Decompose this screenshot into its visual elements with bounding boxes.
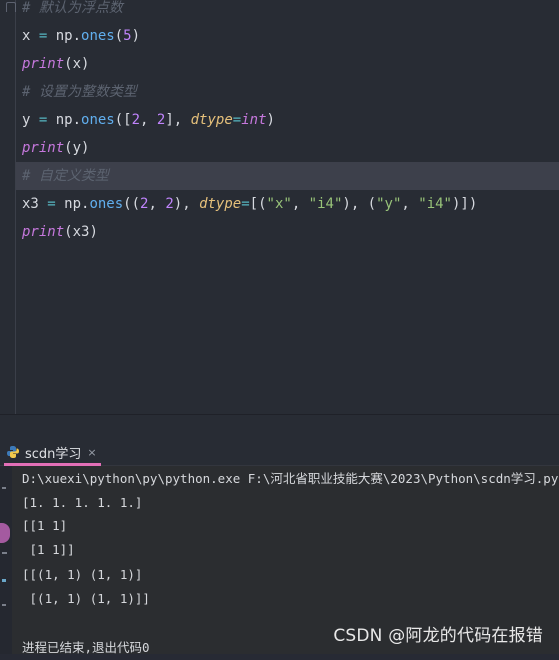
code-token: ), bbox=[173, 196, 200, 212]
fold-icon[interactable] bbox=[6, 2, 16, 12]
code-token: ones bbox=[89, 196, 124, 212]
code-token: )]) bbox=[451, 196, 478, 212]
code-token: "i4" bbox=[308, 196, 343, 212]
comment-token: # 设置为整数类型 bbox=[22, 84, 137, 100]
run-tab-label: scdn学习 bbox=[25, 446, 82, 462]
code-token: 2 bbox=[131, 112, 141, 128]
run-tab-scdn[interactable]: scdn学习 × bbox=[0, 439, 102, 466]
code-token: 2 bbox=[165, 196, 174, 212]
console-line: [1. 1. 1. 1. 1.] bbox=[22, 495, 143, 510]
code-token: ([ bbox=[114, 112, 132, 128]
python-file-icon bbox=[7, 446, 19, 458]
code-line[interactable]: print(y) bbox=[22, 134, 89, 162]
code-token: ( bbox=[114, 28, 124, 44]
code-comment-line[interactable]: # 默认为浮点数 bbox=[22, 0, 123, 22]
code-token: (( bbox=[123, 196, 141, 212]
code-token: (y) bbox=[64, 140, 90, 156]
code-line[interactable]: print(x) bbox=[22, 50, 89, 78]
code-line[interactable]: x = np.ones(5) bbox=[22, 22, 140, 50]
stop-icon[interactable] bbox=[0, 523, 10, 543]
code-token: ones bbox=[81, 28, 115, 44]
code-token: np. bbox=[47, 112, 82, 128]
run-toolbar bbox=[0, 466, 12, 654]
console-line: [(1, 1) (1, 1)]] bbox=[22, 591, 150, 606]
code-token: int bbox=[241, 112, 267, 128]
code-token: = bbox=[47, 196, 56, 212]
code-token: (x3) bbox=[64, 224, 98, 240]
code-token: 5 bbox=[123, 28, 132, 44]
watermark: CSDN @阿龙的代码在报错 bbox=[333, 626, 543, 646]
panel-splitter[interactable] bbox=[0, 415, 559, 439]
code-token: x bbox=[22, 28, 39, 44]
console-line: [1 1]] bbox=[22, 542, 75, 557]
code-token: "y" bbox=[376, 196, 402, 212]
code-token: = bbox=[232, 112, 242, 128]
code-token: y bbox=[22, 112, 39, 128]
code-token: [( bbox=[249, 196, 267, 212]
print-icon[interactable] bbox=[2, 604, 6, 606]
code-token: dtype bbox=[190, 112, 233, 128]
console-line: [[(1, 1) (1, 1)] bbox=[22, 567, 143, 582]
code-comment-line[interactable]: # 设置为整数类型 bbox=[22, 78, 137, 106]
code-token: (x) bbox=[64, 56, 90, 72]
code-token: print bbox=[22, 140, 65, 156]
scroll-to-end-icon[interactable] bbox=[2, 579, 6, 582]
code-line[interactable]: print(x3) bbox=[22, 218, 98, 246]
rerun-icon[interactable] bbox=[2, 487, 6, 489]
code-line[interactable]: y = np.ones([2, 2], dtype=int) bbox=[22, 106, 275, 134]
wrap-icon[interactable] bbox=[2, 552, 7, 554]
code-token: , bbox=[148, 196, 166, 212]
code-token: , bbox=[140, 112, 157, 128]
code-line[interactable]: x3 = np.ones((2, 2), dtype=[("x", "i4"),… bbox=[22, 190, 477, 218]
code-token: ], bbox=[165, 112, 191, 128]
code-token: print bbox=[22, 224, 65, 240]
code-token: x3 bbox=[22, 196, 48, 212]
comment-token: # 自定义类型 bbox=[22, 168, 109, 184]
code-token: ones bbox=[81, 112, 115, 128]
code-token: , bbox=[401, 196, 419, 212]
code-token: = bbox=[241, 196, 250, 212]
editor-gutter bbox=[0, 0, 16, 414]
code-token: ) bbox=[266, 112, 275, 128]
console-line: D:\xuexi\python\py\python.exe F:\河北省职业技能… bbox=[22, 471, 559, 486]
code-token: , bbox=[291, 196, 309, 212]
code-token: "i4" bbox=[418, 196, 452, 212]
code-comment-line[interactable]: # 自定义类型 bbox=[22, 162, 109, 190]
code-token: np. bbox=[55, 196, 90, 212]
console-line: 进程已结束,退出代码0 bbox=[22, 640, 150, 655]
code-token: dtype bbox=[199, 196, 242, 212]
code-editor[interactable]: # 默认为浮点数 x = np.ones(5) print(x) # 设置为整数类型 y… bbox=[0, 0, 559, 414]
code-token: ) bbox=[131, 28, 141, 44]
code-token: print bbox=[22, 56, 65, 72]
code-token: "x" bbox=[266, 196, 292, 212]
close-icon[interactable]: × bbox=[87, 446, 96, 459]
run-tab-bar: scdn学习 × bbox=[0, 439, 559, 466]
code-token: ), ( bbox=[342, 196, 377, 212]
console-line: [[1 1] bbox=[22, 518, 68, 533]
code-token: np. bbox=[47, 28, 82, 44]
comment-token: # 默认为浮点数 bbox=[22, 0, 123, 16]
